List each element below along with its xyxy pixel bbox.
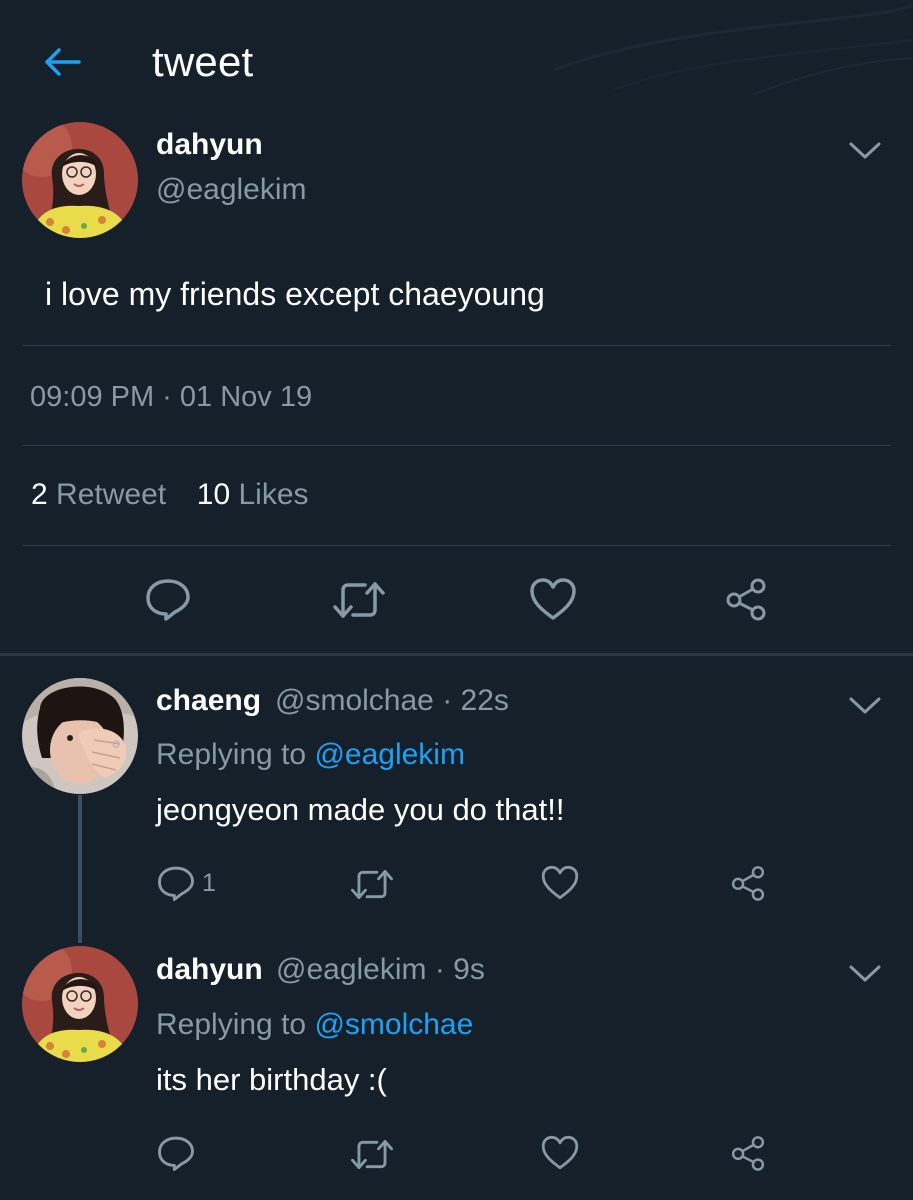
share-nodes-icon [731,866,765,901]
replying-to: Replying to @eaglekim [156,738,465,772]
retweet-button[interactable] [332,580,386,620]
reply-count: 1 [202,868,216,897]
reply-handle[interactable]: @eaglekim [276,953,427,986]
heart-icon [541,1135,579,1170]
top-bar: tweet [0,0,913,120]
avatar-dahyun[interactable] [22,122,138,238]
reply-handle[interactable]: @smolchae [275,684,434,717]
retweet-arrows-icon [351,1140,393,1169]
speech-bubble-icon [146,579,190,621]
avatar-dahyun[interactable] [22,946,138,1062]
author-name[interactable]: dahyun [156,128,263,162]
reply-author-handle: @eaglekim · 9s [276,953,485,987]
speech-bubble-icon [158,1136,194,1171]
heart-icon [530,578,576,620]
replying-to-prefix: Replying to [156,738,307,771]
retweet-label[interactable]: Retweet [56,478,166,511]
share-button[interactable] [728,864,768,902]
retweet-button[interactable] [350,1138,394,1171]
chevron-down-icon[interactable] [848,140,882,162]
avatar-image [22,122,138,238]
reply-time: · 22s [442,684,509,717]
share-button[interactable] [722,576,770,622]
reply-text: jeongyeon made you do that!! [156,792,565,827]
tweet-text: i love my friends except chaeyoung [45,276,545,312]
reply-button[interactable] [144,576,192,622]
reply-text: its her birthday :( [156,1062,387,1097]
section-divider [0,653,913,656]
like-button[interactable] [540,1134,580,1171]
avatar-image [22,678,138,794]
avatar-chaeng[interactable] [22,678,138,794]
chevron-down-icon[interactable] [848,963,882,985]
replying-to-link[interactable]: @smolchae [314,1008,473,1041]
divider [22,545,891,546]
replying-to-prefix: Replying to [156,1008,307,1041]
back-button[interactable] [40,44,84,80]
likes-label[interactable]: Likes [239,478,309,511]
reply-author-handle: @smolchae · 22s [275,684,509,718]
replying-to-link[interactable]: @eaglekim [314,738,465,771]
thread-line [78,795,82,943]
like-button[interactable] [540,864,580,901]
divider [22,445,891,446]
share-button[interactable] [728,1134,768,1172]
like-button[interactable] [528,576,578,622]
retweet-count[interactable]: 2 [31,478,48,511]
replying-to: Replying to @smolchae [156,1008,473,1042]
reply-author-name[interactable]: dahyun [156,953,263,987]
chevron-down-icon[interactable] [848,695,882,717]
reply-button[interactable] [156,1134,202,1172]
reply-author-name[interactable]: chaeng [156,684,261,718]
tweet-stats: 2 Retweet 10 Likes [31,478,309,512]
avatar-image [22,946,138,1062]
retweet-button[interactable] [350,868,394,901]
reply-time: · 9s [434,953,485,986]
likes-count[interactable]: 10 [197,478,230,511]
arrow-left-icon [45,48,81,76]
retweet-arrows-icon [351,870,393,899]
speech-bubble-icon [158,866,194,901]
page-title: tweet [152,38,254,85]
reply-button[interactable]: 1 [156,864,216,902]
share-nodes-icon [726,578,766,621]
heart-icon [541,865,579,900]
author-handle[interactable]: @eaglekim [156,173,307,207]
share-nodes-icon [731,1136,765,1171]
retweet-arrows-icon [333,582,385,618]
divider [22,345,891,346]
tweet-timestamp: 09:09 PM · 01 Nov 19 [30,381,313,413]
